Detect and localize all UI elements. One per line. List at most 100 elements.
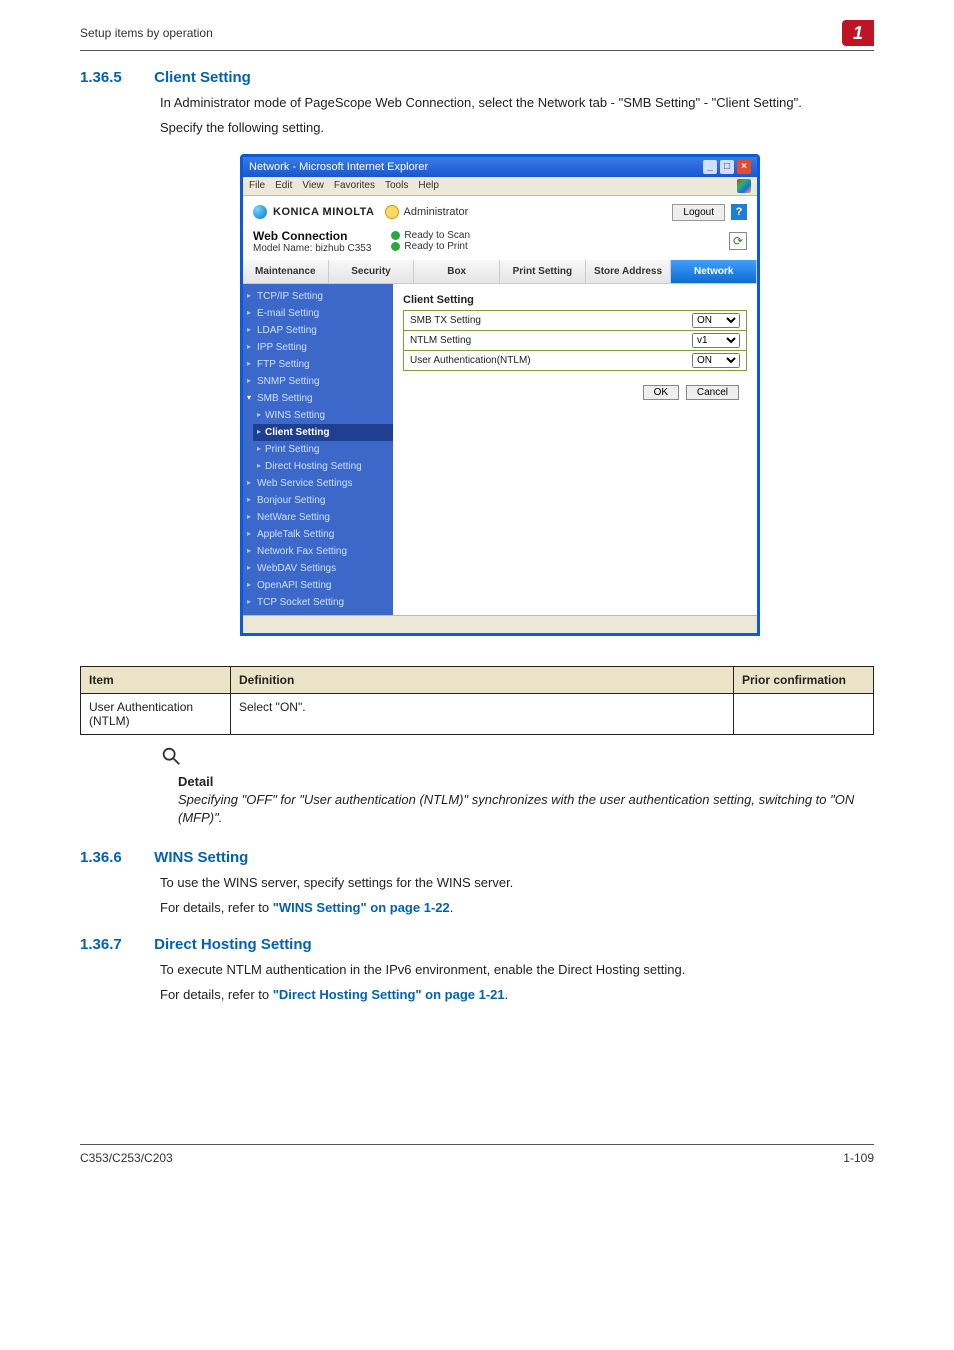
form-label: NTLM Setting: [410, 335, 692, 346]
screenshot-container: Network - Microsoft Internet Explorer _ …: [240, 154, 760, 636]
login-role: Administrator: [404, 206, 469, 218]
sidebar: TCP/IP Setting E-mail Setting LDAP Setting…: [243, 284, 393, 615]
detail-body: Specifying "OFF" for "User authenticatio…: [178, 791, 874, 827]
status-print: Ready to Print: [404, 241, 467, 252]
sidebar-item-e-mail-setting[interactable]: E-mail Setting: [243, 305, 393, 322]
menu-file[interactable]: File: [249, 180, 265, 191]
menu-help[interactable]: Help: [418, 180, 439, 191]
tab-maintenance[interactable]: Maintenance: [243, 260, 329, 283]
footer-page: 1-109: [843, 1151, 874, 1165]
tab-box[interactable]: Box: [414, 260, 500, 283]
tab-print-setting[interactable]: Print Setting: [500, 260, 586, 283]
form-select-smb-tx-setting[interactable]: ON: [692, 313, 740, 328]
brand-logo: KONICA MINOLTA: [253, 205, 375, 219]
cell-definition: Select "ON".: [231, 693, 734, 734]
refresh-icon[interactable]: ⟳: [729, 232, 747, 250]
sidebar-item-label: Bonjour Setting: [257, 495, 325, 506]
form-heading: Client Setting: [403, 294, 747, 306]
paragraph: In Administrator mode of PageScope Web C…: [160, 94, 874, 113]
sidebar-item-ftp-setting[interactable]: FTP Setting: [243, 356, 393, 373]
chapter-badge: 1: [842, 20, 874, 46]
form-row: User Authentication(NTLM)ON: [403, 351, 747, 371]
th-definition: Definition: [231, 666, 734, 693]
sidebar-item-label: Print Setting: [265, 444, 319, 455]
sidebar-item-label: WebDAV Settings: [257, 563, 336, 574]
window-close-icon[interactable]: ×: [737, 160, 751, 174]
sidebar-item-label: AppleTalk Setting: [257, 529, 334, 540]
th-prior: Prior confirmation: [734, 666, 874, 693]
paragraph: Specify the following setting.: [160, 119, 874, 138]
ie-menu-bar: File Edit View Favorites Tools Help: [243, 177, 757, 196]
link-direct-hosting[interactable]: "Direct Hosting Setting" on page 1-21: [273, 987, 505, 1002]
window-maximize-icon[interactable]: □: [720, 160, 734, 174]
model-name: Model Name: bizhub C353: [253, 243, 371, 254]
section-number: 1.36.5: [80, 69, 150, 86]
sidebar-item-wins-setting[interactable]: WINS Setting: [253, 407, 393, 424]
sidebar-item-ldap-setting[interactable]: LDAP Setting: [243, 322, 393, 339]
form-select-ntlm-setting[interactable]: v1: [692, 333, 740, 348]
sidebar-item-snmp-setting[interactable]: SNMP Setting: [243, 373, 393, 390]
sidebar-item-smb-setting[interactable]: SMB Setting: [243, 390, 393, 407]
sidebar-item-tcp-socket-setting[interactable]: TCP Socket Setting: [243, 594, 393, 611]
form-select-user-authentication-ntlm-[interactable]: ON: [692, 353, 740, 368]
sidebar-item-label: Direct Hosting Setting: [265, 461, 362, 472]
window-title: Network - Microsoft Internet Explorer: [249, 161, 428, 173]
sidebar-item-label: TCP Socket Setting: [257, 597, 344, 608]
sidebar-item-netware-setting[interactable]: NetWare Setting: [243, 509, 393, 526]
help-icon[interactable]: ?: [731, 204, 747, 220]
menu-view[interactable]: View: [302, 180, 324, 191]
status-scan: Ready to Scan: [404, 230, 470, 241]
sidebar-item-label: OpenAPI Setting: [257, 580, 332, 591]
spec-table: Item Definition Prior confirmation User …: [80, 666, 874, 735]
ok-button[interactable]: OK: [643, 385, 679, 400]
window-minimize-icon[interactable]: _: [703, 160, 717, 174]
section-number: 1.36.6: [80, 849, 150, 866]
sidebar-item-ipp-setting[interactable]: IPP Setting: [243, 339, 393, 356]
paragraph: To use the WINS server, specify settings…: [160, 874, 874, 893]
status-dot-icon: [391, 231, 400, 240]
sidebar-item-label: E-mail Setting: [257, 308, 319, 319]
link-wins[interactable]: "WINS Setting" on page 1-22: [273, 900, 450, 915]
cell-item: User Authentication (NTLM): [81, 693, 231, 734]
sidebar-item-network-fax-setting[interactable]: Network Fax Setting: [243, 543, 393, 560]
sidebar-item-label: Client Setting: [265, 427, 329, 438]
sidebar-item-label: LDAP Setting: [257, 325, 317, 336]
ie-flag-icon: [737, 179, 751, 193]
sidebar-item-appletalk-setting[interactable]: AppleTalk Setting: [243, 526, 393, 543]
detail-magnifier-icon: [160, 745, 182, 767]
form-row: NTLM Settingv1: [403, 331, 747, 351]
admin-icon: [385, 205, 399, 219]
sidebar-item-client-setting[interactable]: Client Setting: [253, 424, 393, 441]
sidebar-item-label: TCP/IP Setting: [257, 291, 323, 302]
detail-heading: Detail: [178, 774, 874, 789]
sidebar-item-label: FTP Setting: [257, 359, 310, 370]
cancel-button[interactable]: Cancel: [686, 385, 739, 400]
form-label: User Authentication(NTLM): [410, 355, 692, 366]
section-title: Direct Hosting Setting: [154, 936, 312, 953]
sidebar-item-label: Web Service Settings: [257, 478, 352, 489]
tab-store-address[interactable]: Store Address: [586, 260, 672, 283]
product-name: Web Connection: [253, 229, 371, 243]
tab-security[interactable]: Security: [329, 260, 415, 283]
th-item: Item: [81, 666, 231, 693]
breadcrumb: Setup items by operation: [80, 26, 842, 40]
menu-edit[interactable]: Edit: [275, 180, 292, 191]
sidebar-item-print-setting[interactable]: Print Setting: [253, 441, 393, 458]
sidebar-item-label: SMB Setting: [257, 393, 313, 404]
menu-favorites[interactable]: Favorites: [334, 180, 375, 191]
menu-tools[interactable]: Tools: [385, 180, 408, 191]
sidebar-item-openapi-setting[interactable]: OpenAPI Setting: [243, 577, 393, 594]
logout-button[interactable]: Logout: [672, 204, 725, 221]
sidebar-item-direct-hosting-setting[interactable]: Direct Hosting Setting: [253, 458, 393, 475]
section-title: WINS Setting: [154, 849, 248, 866]
form-label: SMB TX Setting: [410, 315, 692, 326]
paragraph: To execute NTLM authentication in the IP…: [160, 961, 874, 980]
table-row: User Authentication (NTLM) Select "ON".: [81, 693, 874, 734]
tab-network[interactable]: Network: [671, 260, 757, 283]
sidebar-item-webdav-settings[interactable]: WebDAV Settings: [243, 560, 393, 577]
sidebar-item-web-service-settings[interactable]: Web Service Settings: [243, 475, 393, 492]
sidebar-item-bonjour-setting[interactable]: Bonjour Setting: [243, 492, 393, 509]
brand-globe-icon: [253, 205, 267, 219]
sidebar-item-tcp-ip-setting[interactable]: TCP/IP Setting: [243, 288, 393, 305]
section-number: 1.36.7: [80, 936, 150, 953]
